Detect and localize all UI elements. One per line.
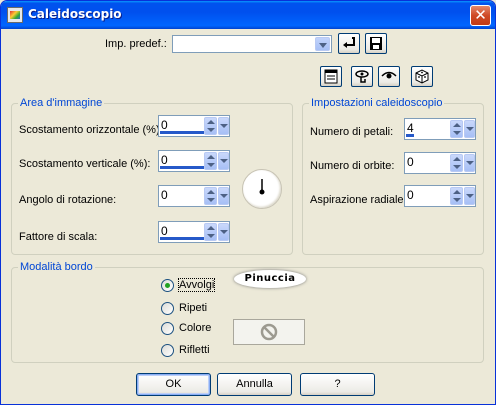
chevron-down-icon[interactable] bbox=[464, 120, 475, 138]
radio-color-icon[interactable] bbox=[161, 322, 174, 335]
vertical-offset-label: Scostamento verticale (%): bbox=[19, 158, 151, 170]
scale-factor-label: Fattore di scala: bbox=[19, 231, 98, 243]
spin-icon[interactable] bbox=[450, 187, 463, 205]
rotation-angle-value: 0 bbox=[161, 188, 168, 202]
ok-button[interactable]: OK bbox=[136, 373, 211, 396]
spin-icon[interactable] bbox=[204, 187, 217, 205]
dialog-icon bbox=[324, 69, 338, 84]
hand-icon bbox=[355, 70, 369, 83]
watermark-logo: Pinuccia bbox=[234, 270, 306, 288]
preview-button[interactable] bbox=[378, 66, 400, 87]
disabled-icon bbox=[260, 323, 278, 341]
radial-suction-value: 0 bbox=[407, 188, 414, 202]
scale-factor-input[interactable]: 0 bbox=[158, 221, 230, 243]
save-preset-button[interactable] bbox=[365, 33, 387, 54]
petals-value: 4 bbox=[407, 121, 414, 135]
eye-icon bbox=[381, 71, 397, 79]
chevron-down-icon[interactable] bbox=[315, 37, 330, 51]
radio-color-label[interactable]: Colore bbox=[179, 322, 211, 334]
chevron-down-icon[interactable] bbox=[464, 154, 475, 172]
close-button[interactable]: ✕ bbox=[470, 5, 491, 26]
spin-icon[interactable] bbox=[204, 117, 217, 135]
app-icon bbox=[7, 7, 23, 23]
radial-suction-input[interactable]: 0 bbox=[404, 185, 476, 207]
chevron-down-icon[interactable] bbox=[218, 223, 229, 241]
radio-wrap-label[interactable]: Avvolgi bbox=[177, 278, 216, 292]
radio-wrap-icon[interactable] bbox=[161, 279, 174, 292]
image-area-title: Area d'immagine bbox=[18, 97, 105, 109]
kaleidoscope-settings-title: Impostazioni caleidoscopio bbox=[309, 97, 445, 109]
help-button[interactable]: ? bbox=[300, 373, 375, 396]
horizontal-offset-label: Scostamento orizzontale (%): bbox=[19, 124, 163, 136]
rotation-dial[interactable] bbox=[242, 169, 282, 209]
horizontal-offset-value: 0 bbox=[161, 118, 168, 132]
cancel-button[interactable]: Annulla bbox=[217, 373, 292, 396]
horizontal-offset-bar bbox=[160, 131, 204, 134]
radio-reflect-icon[interactable] bbox=[161, 344, 174, 357]
vertical-offset-bar bbox=[160, 166, 204, 169]
petals-input[interactable]: 4 bbox=[404, 118, 476, 140]
chevron-down-icon[interactable] bbox=[218, 187, 229, 205]
radio-reflect-label[interactable]: Rifletti bbox=[179, 344, 210, 356]
dice-icon bbox=[415, 69, 429, 84]
title-bar[interactable]: Caleidoscopio ✕ bbox=[1, 1, 495, 29]
presets-select[interactable] bbox=[172, 35, 332, 53]
orbits-value: 0 bbox=[407, 155, 414, 169]
scale-factor-value: 0 bbox=[161, 224, 168, 238]
reset-preset-button[interactable] bbox=[338, 33, 360, 54]
spin-icon[interactable] bbox=[204, 152, 217, 170]
chevron-down-icon[interactable] bbox=[464, 187, 475, 205]
scale-factor-bar bbox=[160, 237, 204, 240]
proof-button[interactable] bbox=[351, 66, 373, 87]
border-color-swatch[interactable] bbox=[233, 319, 305, 345]
vertical-offset-value: 0 bbox=[161, 153, 168, 167]
radio-repeat-label[interactable]: Ripeti bbox=[179, 302, 207, 314]
dial-pointer-icon bbox=[259, 179, 265, 195]
petals-label: Numero di petali: bbox=[310, 126, 394, 138]
randomize-button[interactable] bbox=[411, 66, 433, 87]
rotation-angle-input[interactable]: 0 bbox=[158, 185, 230, 207]
radial-suction-label: Aspirazione radiale: bbox=[310, 194, 407, 206]
spin-icon[interactable] bbox=[450, 120, 463, 138]
radio-repeat-icon[interactable] bbox=[161, 302, 174, 315]
chevron-down-icon[interactable] bbox=[218, 152, 229, 170]
chevron-down-icon[interactable] bbox=[218, 117, 229, 135]
save-icon bbox=[370, 37, 382, 50]
spin-icon[interactable] bbox=[204, 223, 217, 241]
dialog-options-button[interactable] bbox=[320, 66, 342, 87]
dialog-window: Caleidoscopio ✕ Imp. predef.: Area d'imm… bbox=[0, 0, 496, 405]
spin-icon[interactable] bbox=[450, 154, 463, 172]
border-mode-title: Modalità bordo bbox=[18, 261, 95, 273]
orbits-label: Numero di orbite: bbox=[310, 160, 395, 172]
presets-label: Imp. predef.: bbox=[105, 38, 167, 50]
petals-bar bbox=[406, 134, 414, 137]
reset-icon bbox=[343, 37, 355, 48]
orbits-input[interactable]: 0 bbox=[404, 152, 476, 174]
horizontal-offset-input[interactable]: 0 bbox=[158, 115, 230, 137]
rotation-angle-label: Angolo di rotazione: bbox=[19, 194, 117, 206]
window-title: Caleidoscopio bbox=[28, 7, 122, 21]
vertical-offset-input[interactable]: 0 bbox=[158, 150, 230, 172]
